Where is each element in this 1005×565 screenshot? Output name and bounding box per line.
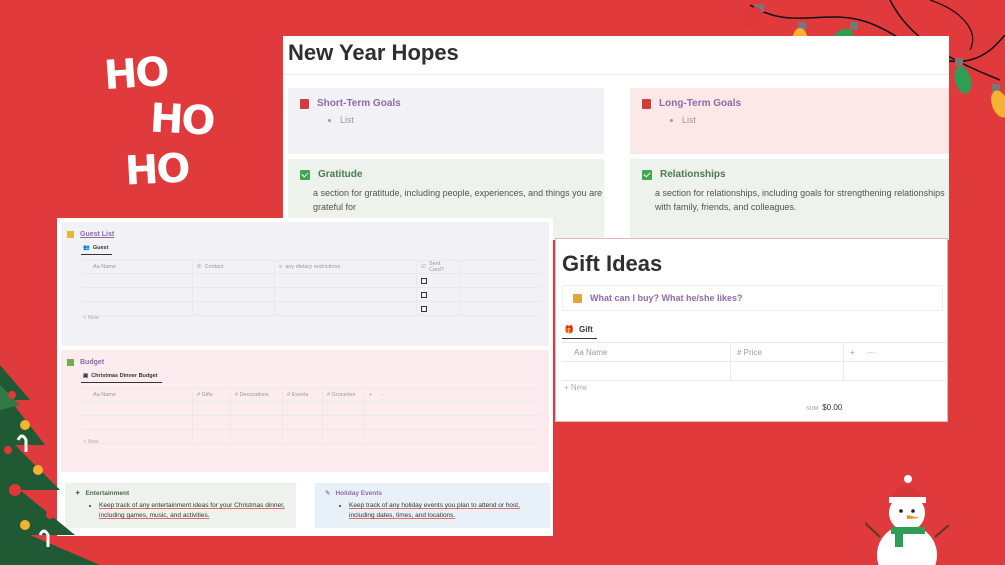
- gift-new-row-button[interactable]: + New: [564, 383, 587, 392]
- gift-box-icon: [573, 293, 582, 303]
- holiday-events-text: Keep track of any holiday events you pla…: [349, 501, 540, 521]
- book-icon: [300, 98, 309, 109]
- add-column-icon[interactable]: +: [850, 348, 855, 357]
- new-year-hopes-page: New Year Hopes Short-Term Goals List Lon…: [283, 36, 949, 240]
- ho-text-1: HO: [102, 48, 170, 100]
- table-row[interactable]: [81, 402, 541, 416]
- list-item[interactable]: List: [682, 115, 937, 125]
- pin-icon: ✎: [325, 490, 331, 497]
- short-term-goals-title: Short-Term Goals: [317, 98, 401, 109]
- gratitude-text: a section for gratitude, including peopl…: [313, 188, 603, 212]
- col-sent-card-header[interactable]: ☑ Sent Card?: [417, 261, 461, 273]
- checkmark-icon: [300, 169, 310, 180]
- checkbox-icon: ☑: [421, 264, 426, 270]
- relationships-title: Relationships: [660, 169, 726, 180]
- long-term-goals-title: Long-Term Goals: [659, 98, 742, 109]
- guest-list-title[interactable]: Guest List: [80, 231, 114, 238]
- col-name-header[interactable]: Aa Name: [81, 261, 193, 273]
- col-decorations-header[interactable]: # Decorations: [231, 389, 283, 401]
- title-divider: [283, 74, 949, 75]
- more-icon[interactable]: ···: [867, 348, 875, 357]
- short-term-goals-card[interactable]: Short-Term Goals List: [288, 88, 604, 154]
- price-sum: SUM $0.00: [806, 403, 843, 412]
- book-icon: [642, 98, 651, 109]
- table-row[interactable]: [81, 288, 541, 302]
- table-row[interactable]: [81, 302, 541, 316]
- add-column-icon[interactable]: +: [369, 392, 372, 398]
- col-name-header[interactable]: Aa Name: [562, 343, 731, 361]
- col-contact-header[interactable]: ✆ Contact: [193, 261, 275, 273]
- table-row[interactable]: [81, 274, 541, 288]
- entertainment-text: Keep track of any entertainment ideas fo…: [99, 501, 286, 521]
- table-row[interactable]: [81, 416, 541, 430]
- guest-list-section: Guest List 👥 Guest Aa Name ✆ Contact ≡ any…: [61, 222, 549, 346]
- col-gifts-header[interactable]: # Gifts: [193, 389, 231, 401]
- gift-table: Aa Name # Price + ···: [562, 342, 947, 381]
- more-icon[interactable]: ···: [380, 392, 386, 398]
- snowman-icon: [865, 475, 950, 565]
- text-lines-icon: ≡: [279, 264, 283, 270]
- checkmark-icon: [642, 169, 652, 180]
- col-dietary-header[interactable]: ≡ any dietary restrictions: [275, 261, 417, 273]
- holiday-events-title: Holiday Events: [335, 489, 383, 497]
- relationships-text: a section for relationships, including g…: [655, 188, 945, 212]
- christmas-tree-icon: [0, 365, 100, 565]
- tab-guest[interactable]: 👥 Guest: [81, 245, 113, 255]
- phone-icon: ✆: [197, 264, 202, 270]
- notebook-icon: [67, 231, 74, 238]
- sent-card-checkbox[interactable]: [421, 305, 427, 312]
- budget-section: Budget ▣ Christmas Dinner Budget Aa Name…: [61, 350, 549, 472]
- guest-new-row-button[interactable]: + New: [83, 315, 99, 321]
- ho-text-3: HO: [123, 145, 190, 195]
- table-row[interactable]: [562, 362, 947, 381]
- page-title: New Year Hopes: [288, 40, 459, 65]
- tab-gift[interactable]: 🎁 Gift: [562, 325, 597, 339]
- gift-icon: 🎁: [564, 325, 574, 334]
- list-item[interactable]: List: [340, 115, 592, 125]
- relationships-card[interactable]: Relationships a section for relationship…: [630, 159, 949, 240]
- table-row[interactable]: [81, 430, 541, 444]
- holiday-events-card[interactable]: ✎ Holiday Events Keep track of any holid…: [315, 483, 550, 528]
- long-term-goals-card[interactable]: Long-Term Goals List: [630, 88, 949, 154]
- col-price-header[interactable]: # Price: [731, 343, 844, 361]
- people-icon: 👥: [83, 245, 90, 251]
- sent-card-checkbox[interactable]: [421, 291, 427, 298]
- gift-ideas-page: Gift Ideas What can I buy? What he/she l…: [555, 238, 948, 422]
- page-title: Gift Ideas: [562, 251, 663, 276]
- gift-callout: What can I buy? What he/she likes?: [562, 285, 943, 311]
- col-groceries-header[interactable]: # Groceries: [323, 389, 365, 401]
- sent-card-checkbox[interactable]: [421, 277, 427, 284]
- gratitude-title: Gratitude: [318, 169, 363, 180]
- col-events-header[interactable]: # Events: [283, 389, 323, 401]
- ho-text-2: HO: [148, 95, 215, 145]
- budget-table: Aa Name # Gifts # Decorations # Events #…: [81, 388, 541, 444]
- guest-table: Aa Name ✆ Contact ≡ any dietary restrictio…: [81, 260, 541, 316]
